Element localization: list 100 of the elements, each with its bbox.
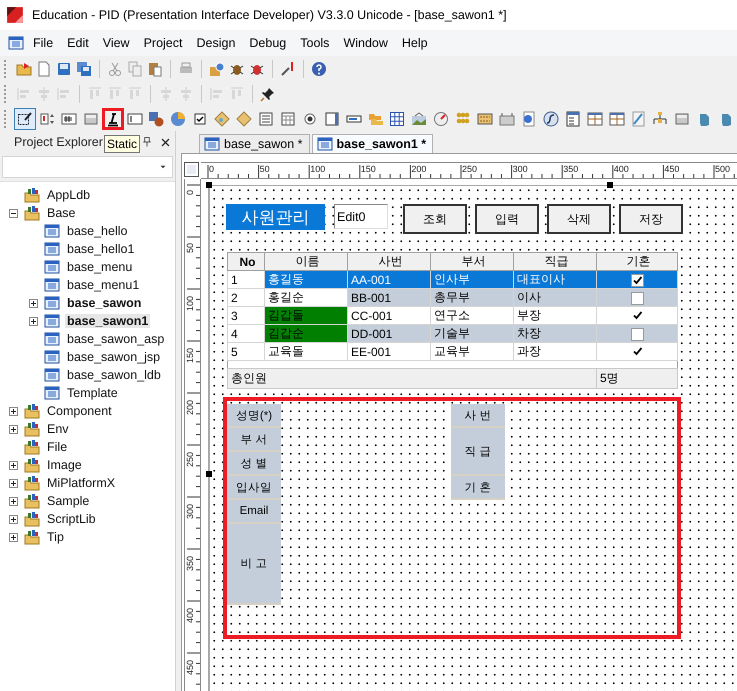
tree-item[interactable]: AppLdb <box>45 188 92 202</box>
tree-item[interactable]: Env <box>45 422 71 436</box>
split-table-icon[interactable] <box>586 110 603 126</box>
document-icon[interactable] <box>36 60 52 76</box>
plus-box-icon[interactable] <box>9 478 18 488</box>
form-button[interactable]: 조회 <box>403 204 467 234</box>
input-field[interactable]: Edit0 <box>334 204 388 229</box>
plus-box-icon[interactable] <box>9 406 18 416</box>
help-icon[interactable] <box>311 60 327 76</box>
pattern-icon[interactable] <box>477 110 494 126</box>
box-icon[interactable] <box>498 110 515 126</box>
split-table-icon[interactable] <box>608 110 625 126</box>
resize-handle[interactable] <box>206 471 212 477</box>
tree-item[interactable]: base_sawon_asp <box>65 332 166 346</box>
shapes-icon[interactable] <box>148 110 164 126</box>
panel-icon[interactable] <box>82 110 99 126</box>
tree-item[interactable]: base_sawon1 <box>65 314 150 328</box>
panel-icon[interactable] <box>674 110 690 126</box>
ruler-label: 50 <box>186 242 195 253</box>
close-icon[interactable] <box>160 137 171 148</box>
numeric-field-icon[interactable] <box>60 110 77 126</box>
diamond-icon[interactable] <box>236 110 252 126</box>
folder-icon[interactable] <box>16 60 32 76</box>
text-field-icon[interactable] <box>126 110 143 126</box>
column-header[interactable]: 직급 <box>514 252 596 270</box>
form-button[interactable]: 입력 <box>475 204 539 234</box>
tree-item[interactable]: Template <box>65 386 120 400</box>
checkbox[interactable] <box>630 292 644 305</box>
wrench-icon[interactable] <box>280 60 296 76</box>
pin-icon[interactable] <box>141 136 153 148</box>
tree-item[interactable]: Image <box>45 458 84 472</box>
spinner-icon[interactable] <box>38 110 55 126</box>
window-icon[interactable] <box>8 35 24 51</box>
column-header[interactable]: 이름 <box>264 252 348 270</box>
swirl-icon[interactable] <box>542 110 559 126</box>
menu-item[interactable]: Project <box>136 36 190 50</box>
globe-page-icon[interactable] <box>520 110 537 126</box>
tree-item[interactable]: Component <box>45 404 114 418</box>
tree-item[interactable]: base_sawon_ldb <box>65 368 163 382</box>
menu-item[interactable]: Tools <box>293 36 336 50</box>
pushpin-icon[interactable] <box>260 86 276 102</box>
column-header[interactable]: 부서 <box>430 252 514 270</box>
tree-item[interactable]: base_menu1 <box>65 278 142 292</box>
ruler-label: 450 <box>664 165 680 174</box>
tab[interactable]: base_sawon1 * <box>312 134 434 153</box>
scrollbox-icon[interactable] <box>324 110 340 126</box>
minus-box-icon[interactable] <box>9 208 18 218</box>
menu-item[interactable]: Help <box>394 36 435 50</box>
floppy-disks-icon[interactable] <box>76 60 92 76</box>
tree-item[interactable]: Sample <box>45 494 92 508</box>
plus-box-icon[interactable] <box>9 514 18 524</box>
tab[interactable]: base_sawon * <box>199 134 310 153</box>
clipboard-icon[interactable] <box>147 60 163 76</box>
menu-item[interactable]: Window <box>336 36 395 50</box>
tree-icon[interactable] <box>652 110 668 126</box>
brush-icon[interactable] <box>630 110 646 126</box>
design-canvas[interactable]: 사원관리 Edit0 조회 입력 삭제 저장 No 이름 사번 부서 직급 기혼 1 홍길동 AA-001 인사부 대표이사 2 홍길순 BB-001 총무부 이사 3 김갑돌 CC-001 연구소 부장 4 김갑순 DD-001 기술부 차장 5 교육돌 EE-001 교육부 과장 총인원 5명 성명(*) 부 서 성 별 입사일 Email 비 고 사 번 직 급 기 혼 <box>208 185 737 691</box>
table-icon[interactable] <box>280 110 296 126</box>
package-icon[interactable] <box>209 60 225 76</box>
plus-box-icon[interactable] <box>29 316 38 326</box>
tree-item[interactable]: base_sawon_jsp <box>65 350 162 364</box>
tree-item[interactable]: Tip <box>45 530 66 544</box>
menu-item[interactable]: File <box>26 36 60 50</box>
tree-item[interactable]: base_sawon <box>65 296 144 310</box>
data-grid[interactable]: No 이름 사번 부서 직급 기혼 1 홍길동 AA-001 인사부 대표이사 2 홍길순 BB-001 총무부 이사 3 김갑돌 CC-001 연구소 부장 4 김갑순 DD-001 기술부 차장 5 교육돌 EE-001 교육부 과장 총인원 5명 <box>227 252 678 389</box>
tree-item[interactable]: base_hello <box>65 224 130 238</box>
tree-item[interactable]: MiPlatformX <box>45 476 118 490</box>
plus-box-icon[interactable] <box>9 496 18 506</box>
plus-box-icon[interactable] <box>9 532 18 542</box>
tree-item[interactable]: ScriptLib <box>45 512 98 526</box>
grid-icon[interactable] <box>389 110 406 126</box>
dial-icon[interactable] <box>433 110 450 126</box>
checkbox-icon[interactable] <box>192 110 208 126</box>
checkbox[interactable] <box>630 274 644 287</box>
menu-item[interactable]: Design <box>189 36 242 50</box>
pie-icon[interactable] <box>170 110 186 126</box>
menu-item[interactable]: View <box>96 36 137 50</box>
menu-item[interactable]: Debug <box>242 36 294 50</box>
form-icon[interactable] <box>564 110 581 126</box>
checkbox[interactable] <box>630 328 644 341</box>
list-icon[interactable] <box>258 110 274 126</box>
panel-tab[interactable]: Project Explorer <box>14 135 103 149</box>
tree-item[interactable]: base_hello1 <box>65 242 136 256</box>
column-header[interactable]: 기혼 <box>596 252 678 270</box>
image-icon[interactable] <box>411 110 428 126</box>
plus-box-icon[interactable] <box>29 298 38 308</box>
plus-box-icon[interactable] <box>9 424 18 434</box>
tree-item[interactable]: File <box>45 440 70 454</box>
column-header[interactable]: 사번 <box>348 252 430 270</box>
resize-handle[interactable] <box>607 182 613 188</box>
menu-item[interactable]: Edit <box>60 36 96 50</box>
column-header[interactable]: No <box>228 252 264 270</box>
form-button[interactable]: 저장 <box>619 204 683 234</box>
tag-icon[interactable] <box>214 110 230 126</box>
form-button[interactable]: 삭제 <box>547 204 611 234</box>
plus-box-icon[interactable] <box>9 460 18 470</box>
tree-item[interactable]: base_menu <box>65 260 134 274</box>
tree-item[interactable]: Base <box>45 206 78 220</box>
radio-icon[interactable] <box>302 110 318 126</box>
resize-handle[interactable] <box>206 182 212 188</box>
